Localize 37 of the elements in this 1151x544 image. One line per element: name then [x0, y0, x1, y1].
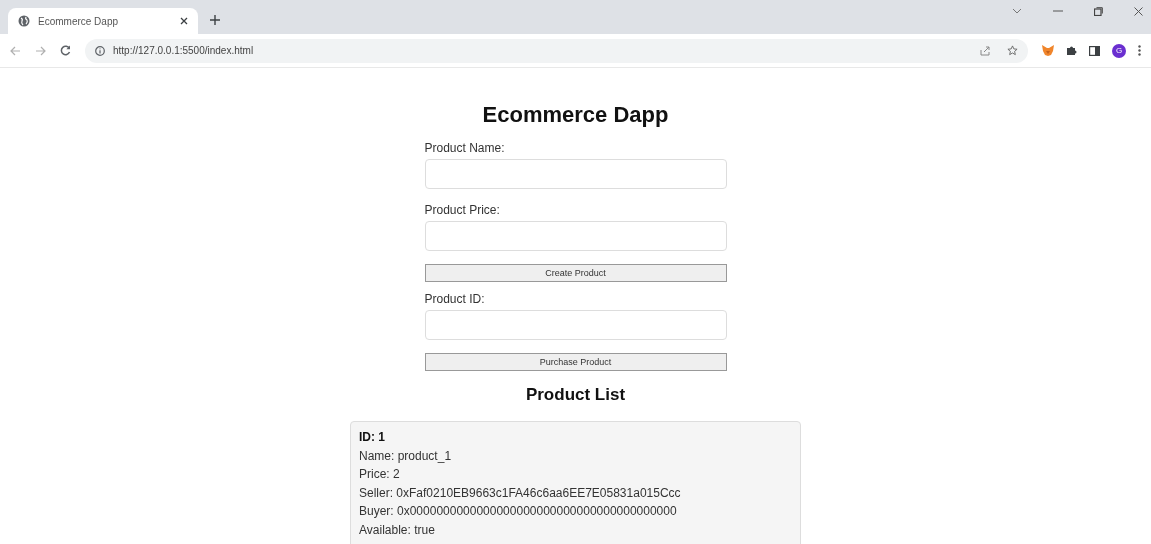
side-panel-icon[interactable] — [1089, 45, 1100, 56]
url-text: http://127.0.0.1:5500/index.html — [113, 45, 254, 56]
chevron-down-icon[interactable] — [1012, 8, 1022, 14]
menu-icon[interactable] — [1138, 45, 1141, 56]
back-icon[interactable] — [10, 45, 21, 56]
input-field[interactable] — [424, 221, 727, 251]
star-icon[interactable] — [1007, 45, 1018, 56]
browser-tab[interactable]: Ecommerce Dapp — [8, 8, 198, 34]
tab-title: Ecommerce Dapp — [38, 15, 120, 27]
product-detail: Name: product_1 — [359, 447, 452, 465]
profile-avatar[interactable]: G — [1112, 43, 1126, 58]
product-detail: Price: 2 — [359, 466, 400, 483]
share-icon[interactable] — [980, 45, 991, 56]
input-field[interactable] — [424, 159, 727, 189]
field-label: Product Price: — [424, 203, 500, 217]
info-icon — [95, 45, 105, 56]
address-bar[interactable]: http://127.0.0.1:5500/index.html — [85, 38, 1028, 63]
field-label: Product Name: — [424, 141, 505, 155]
field-label: Product ID: — [424, 292, 485, 306]
fox-icon[interactable] — [1042, 45, 1054, 56]
product-id: ID: 1 — [359, 429, 385, 446]
product-detail: Buyer: 0x0000000000000000000000000000000000000000 — [359, 503, 677, 520]
globe-icon — [18, 15, 30, 27]
submit-button[interactable]: Purchase Product — [424, 353, 727, 371]
restore-icon[interactable] — [1094, 6, 1103, 16]
input-field[interactable] — [424, 310, 727, 340]
section-heading: Product List — [525, 385, 626, 405]
product-detail: Seller: 0xFaf0210EB9663c1FA46c6aa6EE7E05831a015Ccc — [359, 484, 681, 502]
forward-icon[interactable] — [35, 45, 46, 56]
close-icon[interactable] — [1134, 6, 1143, 16]
close-icon[interactable] — [180, 17, 188, 25]
puzzle-icon[interactable] — [1066, 45, 1077, 56]
product-detail: Available: true — [359, 521, 435, 539]
page-title: Ecommerce Dapp — [482, 102, 669, 128]
submit-button[interactable]: Create Product — [424, 264, 727, 282]
reload-icon[interactable] — [60, 45, 71, 56]
new-tab-icon[interactable] — [210, 15, 220, 25]
